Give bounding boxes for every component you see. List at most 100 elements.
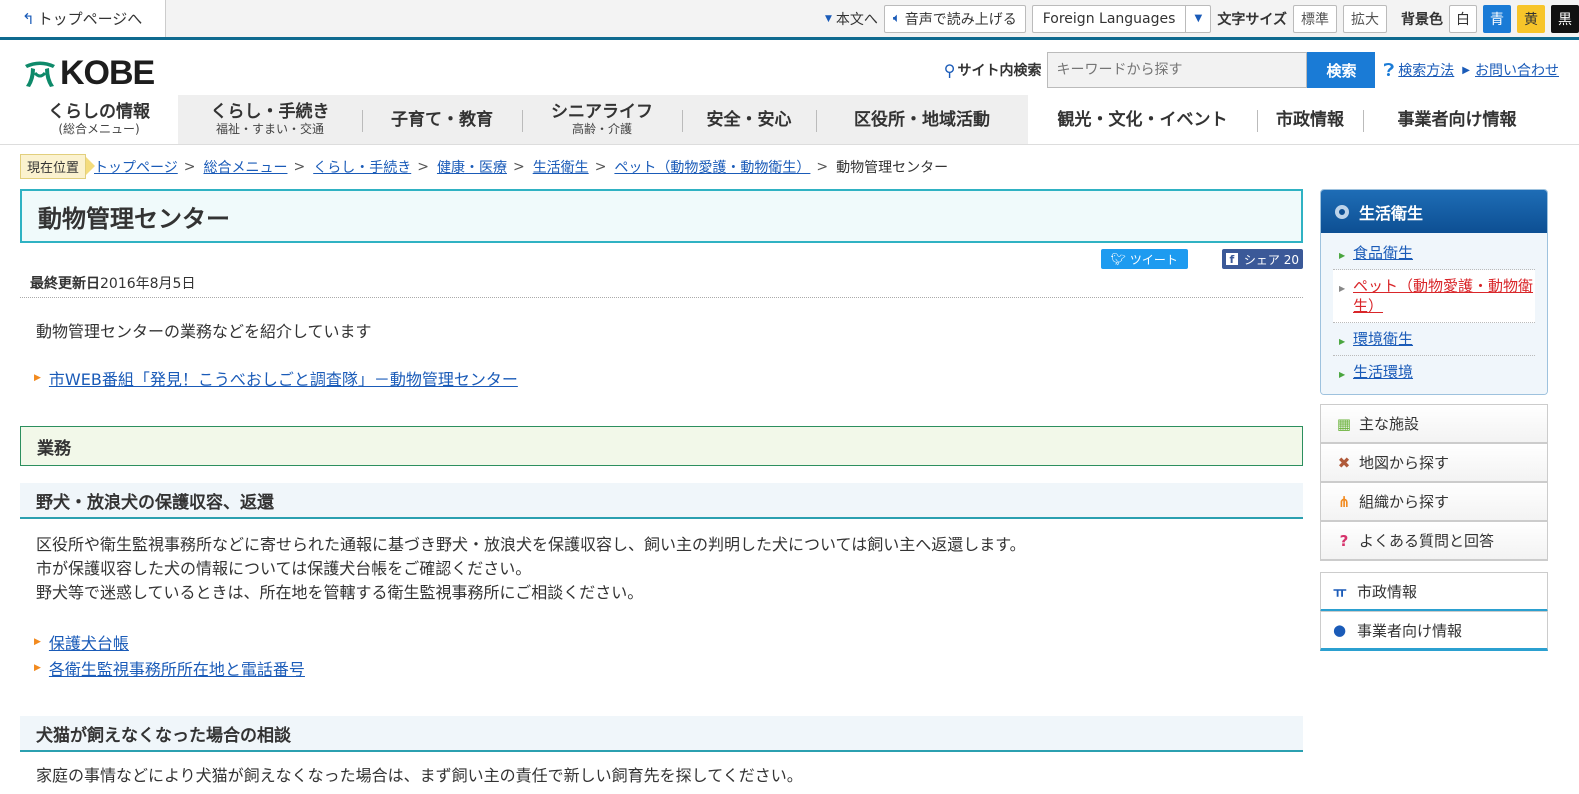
button-label: 市政情報 <box>1357 582 1418 601</box>
section-heading-text: 業務 <box>37 438 71 459</box>
kobe-emblem-icon: ㅠ <box>1333 582 1347 601</box>
breadcrumb-link[interactable]: 健康・医療 <box>437 157 507 177</box>
tweet-button[interactable]: 🐦︎ ツイート <box>1100 249 1188 269</box>
gnav-label: くらし・手続き <box>210 102 330 122</box>
link-item: ▶ 保護犬台帳 <box>34 630 129 654</box>
paragraph: 家庭の事情などにより犬猫が飼えなくなった場合は、まず飼い主の責任で新しい飼育先を… <box>36 766 803 785</box>
grid-icon: ▦ <box>1336 414 1352 433</box>
contact-link[interactable]: お問い合わせ <box>1475 60 1559 80</box>
gnav-item-senior[interactable]: シニアライフ 高齢・介護 <box>522 95 682 144</box>
breadcrumb-separator: > <box>512 158 525 175</box>
breadcrumb-label: 現在位置 <box>20 154 96 179</box>
faq-button[interactable]: ? よくある質問と回答 <box>1320 521 1548 561</box>
language-select[interactable]: Foreign Languages ▼ <box>1031 4 1212 33</box>
category-list: ▶ 食品衛生 ▶ ペット（動物愛護・動物衛生） ▶ 環境衛生 ▶ 生活環境 <box>1321 233 1547 394</box>
sidebar-item-living[interactable]: 生活環境 <box>1353 363 1413 381</box>
sidebar-item-environment[interactable]: 環境衛生 <box>1353 330 1413 348</box>
social-buttons: 🐦︎ ツイート f シェア 20 <box>1100 249 1303 269</box>
breadcrumb-link[interactable]: ペット（動物愛護・動物衛生） <box>614 157 810 177</box>
subsection-heading-text: 野犬・放浪犬の保護収容、返還 <box>36 492 274 513</box>
search-input[interactable] <box>1047 52 1308 88</box>
breadcrumb: 現在位置 トップページ > 総合メニュー > くらし・手続き > 健康・医療 > 生活衛… <box>20 154 948 179</box>
breadcrumb-link[interactable]: 生活衛生 <box>533 157 589 177</box>
gnav-item-safety[interactable]: 安全・安心 <box>682 95 816 144</box>
gnav-item-city-info[interactable]: 市政情報 <box>1257 95 1363 144</box>
sidebar-item-pet[interactable]: ペット（動物愛護・動物衛生） <box>1353 277 1533 315</box>
ring-icon <box>1335 204 1349 219</box>
triangle-down-icon: ▼ <box>825 13 832 24</box>
twitter-bird-icon: 🐦︎ <box>1110 252 1126 266</box>
tweet-label: ツイート <box>1129 252 1178 267</box>
business-info-button[interactable]: ● 事業者向け情報 <box>1320 611 1548 651</box>
category-heading-text: 生活衛生 <box>1359 203 1424 223</box>
font-size-standard-button[interactable]: 標準 <box>1293 4 1337 33</box>
sidebar: 生活衛生 ▶ 食品衛生 ▶ ペット（動物愛護・動物衛生） ▶ 環境衛生 ▶ 生活環境 ▦… <box>1320 189 1548 651</box>
gnav-item-ward-office[interactable]: 区役所・地域活動 <box>816 95 1028 144</box>
kobe-emblem-icon <box>25 61 55 87</box>
language-label: Foreign Languages <box>1033 5 1187 32</box>
bg-white-button[interactable]: 白 <box>1449 4 1477 33</box>
background-color-label: 背景色 <box>1401 11 1443 28</box>
breadcrumb-separator: > <box>183 158 196 175</box>
orange-triangle-icon: ▶ <box>34 663 41 673</box>
voice-label: 音声で読み上げる <box>904 11 1017 28</box>
home-link[interactable]: ↰ トップページへ <box>0 0 166 37</box>
gnav-label: 事業者向け情報 <box>1397 109 1517 130</box>
gnav-item-kurashi-info[interactable]: くらしの情報 (総合メニュー) <box>20 95 178 144</box>
triangle-right-icon: ▶ <box>1339 284 1346 293</box>
facebook-share-button[interactable]: f シェア 20 <box>1221 249 1303 269</box>
map-icon: ✖ <box>1337 453 1351 472</box>
utility-bar: ↰ トップページへ ▼ 本文へ 🔈︎ 音声で読み上げる Foreign Lang… <box>0 0 1579 40</box>
organization-search-button[interactable]: ⋔ 組織から探す <box>1320 482 1548 522</box>
skip-label: 本文へ <box>835 11 878 28</box>
gnav-label: 安全・安心 <box>706 109 792 130</box>
bg-blue-button[interactable]: 青 <box>1483 4 1511 33</box>
bg-yellow-button[interactable]: 黄 <box>1517 4 1545 33</box>
question-icon: ? <box>1339 531 1349 550</box>
sidebar-item-food[interactable]: 食品衛生 <box>1353 244 1413 262</box>
gnav-item-tourism[interactable]: 観光・文化・イベント <box>1028 95 1257 144</box>
button-label: 事業者向け情報 <box>1357 621 1463 640</box>
protected-dog-list-link[interactable]: 保護犬台帳 <box>49 630 129 654</box>
global-nav: くらしの情報 (総合メニュー) くらし・手続き 福祉・すまい・交通 子育て・教育… <box>0 95 1579 145</box>
bg-black-button[interactable]: 黒 <box>1551 4 1579 33</box>
breadcrumb-link[interactable]: 総合メニュー <box>203 157 287 177</box>
section-heading-gyomu: 業務 <box>20 426 1303 466</box>
search-button[interactable]: 検索 <box>1307 52 1376 88</box>
main-content: 動物管理センター 🐦︎ ツイート f シェア 20 最終更新日2016年8月5日… <box>20 189 1303 785</box>
breadcrumb-current: 動物管理センター <box>836 159 949 176</box>
search-icon: ⚲ <box>943 60 956 80</box>
chevron-down-icon: ▼ <box>1194 13 1203 24</box>
map-search-button[interactable]: ✖ 地図から探す <box>1320 443 1548 483</box>
site-header: KOBE ⚲ サイト内検索 検索 ❓︎ 検索方法 ▶ お問い合わせ <box>0 40 1579 95</box>
subsection-heading-text: 犬猫が飼えなくなった場合の相談 <box>36 725 291 746</box>
font-size-large-button[interactable]: 拡大 <box>1343 4 1387 33</box>
updated-date: 2016年8月5日 <box>100 276 196 292</box>
utility-controls: ▼ 本文へ 🔈︎ 音声で読み上げる Foreign Languages ▼ 文字… <box>825 4 1579 33</box>
share-label: シェア 20 <box>1243 252 1299 267</box>
facilities-button[interactable]: ▦ 主な施設 <box>1320 404 1548 444</box>
triangle-right-icon: ▶ <box>1339 337 1346 346</box>
button-label: 地図から探す <box>1359 454 1450 472</box>
gnav-label: 市政情報 <box>1276 109 1344 130</box>
gnav-label: くらしの情報 <box>48 102 150 122</box>
web-program-link-item: ▶ 市WEB番組「発見！こうべおしごと調査隊」－動物管理センター <box>34 366 518 390</box>
gnav-item-procedures[interactable]: くらし・手続き 福祉・すまい・交通 <box>178 95 362 144</box>
gnav-item-childcare[interactable]: 子育て・教育 <box>362 95 522 144</box>
gnav-sublabel: (総合メニュー) <box>58 122 140 136</box>
voice-read-button[interactable]: 🔈︎ 音声で読み上げる <box>883 4 1026 33</box>
orange-triangle-icon: ▶ <box>34 637 41 647</box>
search-help-link[interactable]: 検索方法 <box>1398 60 1454 80</box>
kobe-logo[interactable]: KOBE <box>22 54 155 93</box>
breadcrumb-link[interactable]: くらし・手続き <box>313 157 411 177</box>
office-address-link[interactable]: 各衛生監視事務所所在地と電話番号 <box>49 656 305 680</box>
breadcrumb-separator: > <box>594 158 607 175</box>
breadcrumb-link[interactable]: トップページ <box>94 157 178 177</box>
skip-to-content-link[interactable]: ▼ 本文へ <box>825 9 878 29</box>
city-info-button[interactable]: ㅠ 市政情報 <box>1320 572 1548 612</box>
last-updated: 最終更新日2016年8月5日 <box>30 273 195 293</box>
page-title-box: 動物管理センター <box>20 189 1303 243</box>
find-buttons: ▦ 主な施設 ✖ 地図から探す ⋔ 組織から探す ? よくある質問と回答 <box>1320 404 1548 561</box>
web-program-link[interactable]: 市WEB番組「発見！こうべおしごと調査隊」－動物管理センター <box>49 366 518 390</box>
gnav-item-business[interactable]: 事業者向け情報 <box>1363 95 1551 144</box>
